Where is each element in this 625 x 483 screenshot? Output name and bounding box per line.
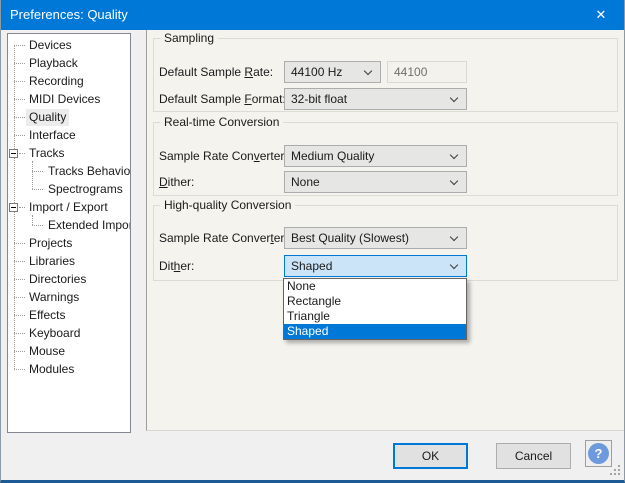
- rt-sample-rate-converter-combobox[interactable]: Medium Quality: [284, 145, 467, 167]
- realtime-conversion-group: Real-time Conversion Sample Rate Convert…: [153, 122, 618, 196]
- sidebar-item-label: Projects: [26, 235, 75, 252]
- dialog-body: Devices Playback Recording MIDI Devices …: [1, 30, 624, 480]
- sidebar-item-label: Tracks: [26, 145, 68, 162]
- sidebar-item-tracks[interactable]: Tracks: [8, 144, 130, 162]
- close-icon: ✕: [596, 7, 607, 22]
- group-legend: Sampling: [160, 31, 218, 46]
- sidebar-item-label: Import / Export: [26, 199, 111, 216]
- window-title: Preferences: Quality: [10, 0, 128, 30]
- sidebar-item-spectrograms[interactable]: Spectrograms: [8, 180, 130, 198]
- chevron-down-icon: [450, 261, 458, 269]
- collapse-minus-icon[interactable]: [9, 203, 18, 212]
- hq-sample-rate-converter-row: Sample Rate Converter: Best Quality (Slo…: [159, 227, 612, 249]
- close-button[interactable]: ✕: [578, 0, 624, 30]
- sidebar-item-devices[interactable]: Devices: [8, 36, 130, 54]
- sidebar-item-label: Warnings: [26, 289, 82, 306]
- cancel-button[interactable]: Cancel: [496, 443, 571, 469]
- hq-conversion-group: High-quality Conversion Sample Rate Conv…: [153, 205, 618, 281]
- sidebar-item-warnings[interactable]: Warnings: [8, 288, 130, 306]
- sidebar-item-playback[interactable]: Playback: [8, 54, 130, 72]
- default-sample-format-combobox[interactable]: 32-bit float: [284, 88, 467, 110]
- sidebar-item-label: Extended Import: [45, 217, 131, 234]
- chevron-down-icon: [364, 67, 372, 75]
- sidebar-item-directories[interactable]: Directories: [8, 270, 130, 288]
- dither-dropdown-list: None Rectangle Triangle Shaped: [283, 278, 467, 340]
- sidebar-item-label: Mouse: [26, 343, 68, 360]
- ok-button[interactable]: OK: [393, 443, 468, 469]
- chevron-down-icon: [450, 94, 458, 102]
- sidebar-item-import-export[interactable]: Import / Export: [8, 198, 130, 216]
- sidebar-item-label: Keyboard: [26, 325, 83, 342]
- rt-dither-label: Dither:: [159, 175, 194, 189]
- hq-dither-combobox[interactable]: Shaped: [284, 255, 467, 277]
- sidebar-item-label: Libraries: [26, 253, 78, 270]
- hq-dither-row: Dither: Shaped: [159, 255, 612, 277]
- help-button[interactable]: ?: [585, 440, 612, 467]
- hq-dither-label: Dither:: [159, 259, 194, 273]
- default-sample-rate-label: Default Sample Rate:: [159, 65, 273, 79]
- group-legend: Real-time Conversion: [160, 115, 283, 130]
- sidebar-item-label: Effects: [26, 307, 68, 324]
- rt-sample-rate-converter-row: Sample Rate Converter: Medium Quality: [159, 145, 612, 167]
- sidebar-item-mouse[interactable]: Mouse: [8, 342, 130, 360]
- titlebar[interactable]: Preferences: Quality ✕: [1, 0, 624, 30]
- group-legend: High-quality Conversion: [160, 198, 295, 213]
- sidebar-item-label: Devices: [26, 37, 75, 54]
- dropdown-option-none[interactable]: None: [284, 279, 466, 294]
- sidebar-item-modules[interactable]: Modules: [8, 360, 130, 378]
- sidebar-item-label: Recording: [26, 73, 87, 90]
- rt-dither-combobox[interactable]: None: [284, 171, 467, 193]
- sidebar-item-keyboard[interactable]: Keyboard: [8, 324, 130, 342]
- sidebar-item-label: Modules: [26, 361, 77, 378]
- sidebar-item-tracks-behaviors[interactable]: Tracks Behaviors: [8, 162, 130, 180]
- default-sample-format-label: Default Sample Format:: [159, 92, 286, 106]
- help-icon: ?: [588, 443, 609, 464]
- rt-sample-rate-converter-label: Sample Rate Converter:: [159, 149, 288, 163]
- collapse-minus-icon[interactable]: [9, 149, 18, 158]
- sidebar-item-label: Playback: [26, 55, 81, 72]
- sidebar-item-extended-import[interactable]: Extended Import: [8, 216, 130, 234]
- sidebar-item-label: MIDI Devices: [26, 91, 103, 108]
- sampling-group: Sampling Default Sample Rate: 44100 Hz D…: [153, 38, 618, 112]
- default-sample-rate-combobox[interactable]: 44100 Hz: [284, 61, 381, 83]
- sidebar-item-midi-devices[interactable]: MIDI Devices: [8, 90, 130, 108]
- resize-grip[interactable]: [610, 465, 621, 476]
- sidebar-item-label: Interface: [26, 127, 79, 144]
- chevron-down-icon: [450, 233, 458, 241]
- sidebar-item-interface[interactable]: Interface: [8, 126, 130, 144]
- hq-sample-rate-converter-label: Sample Rate Converter:: [159, 231, 288, 245]
- quality-settings-panel: Sampling Default Sample Rate: 44100 Hz D…: [146, 30, 624, 431]
- default-sample-rate-row: Default Sample Rate: 44100 Hz: [159, 61, 612, 83]
- chevron-down-icon: [450, 151, 458, 159]
- sidebar-item-projects[interactable]: Projects: [8, 234, 130, 252]
- sidebar-item-label: Spectrograms: [45, 181, 126, 198]
- sidebar-item-effects[interactable]: Effects: [8, 306, 130, 324]
- preferences-dialog: Preferences: Quality ✕ Devices Playback …: [0, 0, 625, 483]
- default-sample-format-row: Default Sample Format: 32-bit float: [159, 88, 612, 110]
- other-sample-rate-field: [387, 61, 467, 83]
- dropdown-option-triangle[interactable]: Triangle: [284, 309, 466, 324]
- dropdown-option-rectangle[interactable]: Rectangle: [284, 294, 466, 309]
- sidebar-item-libraries[interactable]: Libraries: [8, 252, 130, 270]
- rt-dither-row: Dither: None: [159, 171, 612, 193]
- sidebar-item-recording[interactable]: Recording: [8, 72, 130, 90]
- sidebar-item-label: Directories: [26, 271, 89, 288]
- dropdown-option-shaped[interactable]: Shaped: [284, 324, 466, 339]
- sidebar-item-quality[interactable]: Quality: [8, 108, 130, 126]
- hq-sample-rate-converter-combobox[interactable]: Best Quality (Slowest): [284, 227, 467, 249]
- sidebar-item-label: Tracks Behaviors: [45, 163, 131, 180]
- sidebar-item-label: Quality: [26, 109, 69, 126]
- chevron-down-icon: [450, 177, 458, 185]
- preferences-category-tree: Devices Playback Recording MIDI Devices …: [7, 33, 131, 433]
